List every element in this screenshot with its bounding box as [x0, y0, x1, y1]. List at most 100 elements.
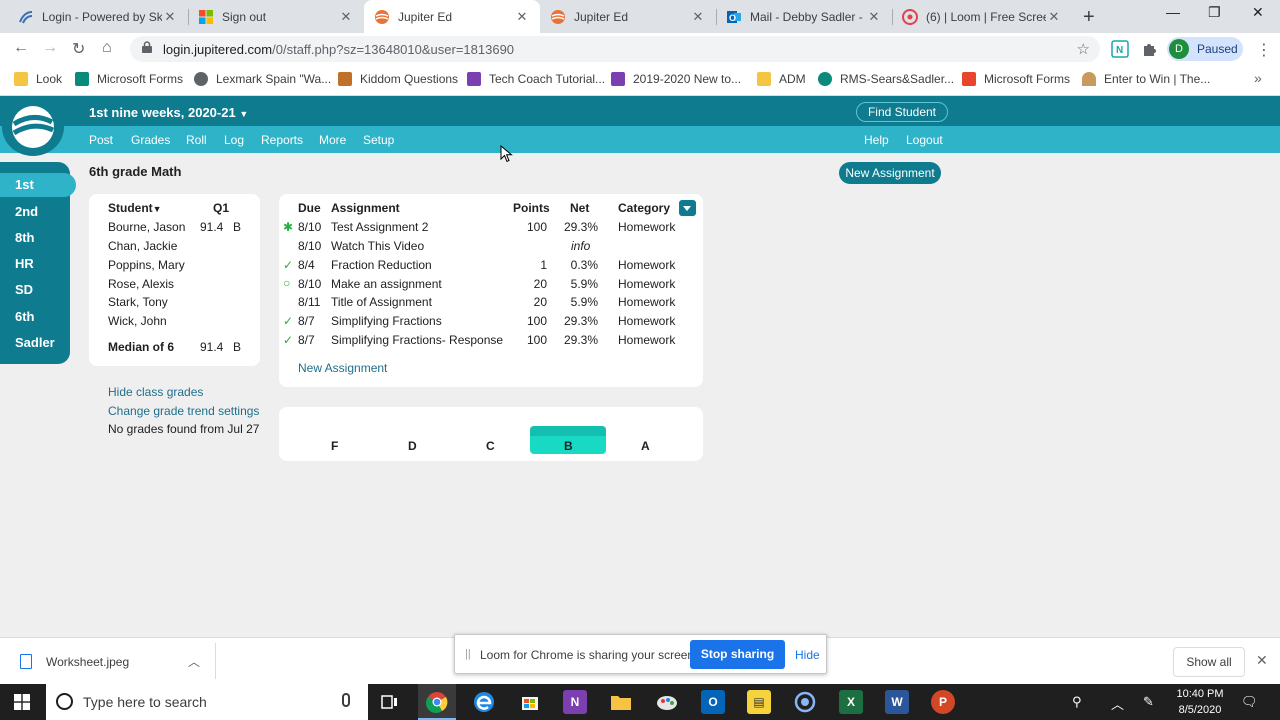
close-icon[interactable]: ✕ — [338, 9, 354, 25]
onenote-icon[interactable]: N — [563, 690, 587, 714]
nav-post[interactable]: Post — [89, 133, 113, 147]
pen-icon[interactable]: ✎ — [1143, 694, 1154, 710]
people-icon[interactable]: ⚲ — [1072, 694, 1082, 710]
reload-icon[interactable]: ↻ — [72, 39, 85, 59]
assignment-name[interactable]: Watch This Video — [331, 239, 424, 253]
home-icon[interactable]: ⌂ — [102, 39, 112, 57]
new-assignment-button[interactable]: New Assignment — [839, 162, 941, 184]
address-bar[interactable]: login.jupitered.com/0/staff.php?sz=13648… — [130, 36, 1100, 62]
student-name[interactable]: Chan, Jackie — [108, 239, 177, 253]
bookmark-item[interactable]: Lexmark Spain "Wa... — [194, 72, 331, 86]
notifications-icon[interactable]: 🗨 — [1241, 694, 1258, 710]
assignment-net-info[interactable]: info — [571, 239, 590, 253]
q1-header[interactable]: Q1 — [213, 201, 229, 215]
student-name[interactable]: Bourne, Jason — [108, 220, 185, 234]
grade-trend-settings-link[interactable]: Change grade trend settings — [108, 404, 259, 418]
word-icon[interactable]: W — [885, 690, 909, 714]
class-tab-sd[interactable]: SD — [15, 282, 33, 297]
close-icon[interactable]: ✕ — [690, 9, 706, 25]
due-header[interactable]: Due — [298, 201, 321, 215]
chrome-icon[interactable] — [425, 690, 449, 714]
paint-icon[interactable] — [655, 690, 679, 714]
nav-reports[interactable]: Reports — [261, 133, 303, 147]
stop-sharing-button[interactable]: Stop sharing — [690, 640, 785, 669]
assignment-header[interactable]: Assignment — [331, 201, 400, 215]
forward-icon[interactable]: → — [42, 39, 58, 57]
browser-menu-icon[interactable]: ⋮ — [1256, 40, 1272, 60]
class-tab-6th[interactable]: 6th — [15, 309, 35, 324]
close-icon[interactable]: ✕ — [866, 9, 882, 25]
nav-help[interactable]: Help — [864, 133, 889, 147]
back-icon[interactable]: ← — [13, 39, 29, 57]
assignment-name[interactable]: Test Assignment 2 — [331, 220, 428, 234]
close-icon[interactable]: ✕ — [1046, 9, 1062, 25]
student-name[interactable]: Stark, Tony — [108, 295, 168, 309]
nav-log[interactable]: Log — [224, 133, 244, 147]
system-clock[interactable]: 10:40 PM 8/5/2020 — [1170, 686, 1230, 718]
settings-app-icon[interactable] — [793, 690, 817, 714]
file-explorer-icon[interactable] — [609, 690, 633, 714]
show-all-button[interactable]: Show all — [1173, 647, 1245, 677]
bookmark-item[interactable]: Look — [14, 72, 62, 86]
class-tab-8th[interactable]: 8th — [15, 230, 35, 245]
class-tab-1st[interactable]: 1st — [0, 173, 76, 197]
bookmark-item[interactable]: Kiddom Questions — [338, 72, 458, 86]
drag-handle-icon[interactable]: || — [465, 648, 471, 660]
chevron-up-icon[interactable]: ︿ — [1111, 694, 1124, 713]
microphone-icon[interactable] — [342, 693, 350, 707]
class-tab-sadler[interactable]: Sadler — [15, 335, 55, 350]
browser-tab-jupiter-active[interactable]: Jupiter Ed ✕ — [364, 0, 540, 33]
browser-tab-loom[interactable]: (6) | Loom | Free Screen ✕ — [892, 0, 1072, 33]
nav-more[interactable]: More — [319, 133, 346, 147]
student-name[interactable]: Wick, John — [108, 314, 167, 328]
new-tab-icon[interactable]: + — [1083, 6, 1095, 29]
store-icon[interactable] — [518, 690, 542, 714]
bookmark-item[interactable]: 2019-2020 New to... — [611, 72, 741, 86]
browser-tab-skyward[interactable]: Login - Powered by Sky ✕ — [8, 0, 188, 33]
student-name[interactable]: Rose, Alexis — [108, 277, 174, 291]
bookmark-item[interactable]: RMS-Sears&Sadler... — [818, 72, 954, 86]
category-header[interactable]: Category — [618, 201, 670, 215]
assignment-name[interactable]: Simplifying Fractions- Response — [331, 333, 503, 347]
chevron-right-icon[interactable]: » — [1254, 70, 1262, 86]
browser-tab-signout[interactable]: Sign out ✕ — [188, 0, 364, 33]
assignment-name[interactable]: Title of Assignment — [331, 295, 432, 309]
minimize-icon[interactable]: — — [1166, 4, 1180, 20]
profile-button[interactable]: D Paused — [1167, 37, 1243, 61]
nav-logout[interactable]: Logout — [906, 133, 943, 147]
close-icon[interactable]: ✕ — [514, 9, 530, 25]
close-icon[interactable]: ✕ — [1256, 652, 1268, 669]
class-tab-hr[interactable]: HR — [15, 256, 34, 271]
download-item[interactable]: Worksheet.jpeg — [20, 654, 129, 669]
assignment-name[interactable]: Make an assignment — [331, 277, 442, 291]
edge-icon[interactable] — [472, 690, 496, 714]
hide-class-grades-link[interactable]: Hide class grades — [108, 385, 203, 399]
windows-start-icon[interactable] — [14, 694, 30, 710]
bookmark-item[interactable]: Microsoft Forms — [75, 72, 183, 86]
student-sort-header[interactable]: Student▼ — [108, 201, 162, 215]
new-assignment-link[interactable]: New Assignment — [298, 361, 387, 375]
nav-grades[interactable]: Grades — [131, 133, 170, 147]
nav-setup[interactable]: Setup — [363, 133, 394, 147]
bookmark-item[interactable]: Enter to Win | The... — [1082, 72, 1210, 86]
category-dropdown-button[interactable] — [679, 200, 696, 216]
taskbar-search[interactable]: Type here to search — [46, 684, 368, 720]
bookmark-item[interactable]: Microsoft Forms — [962, 72, 1070, 86]
class-tab-2nd[interactable]: 2nd — [15, 204, 38, 219]
points-header[interactable]: Points — [513, 201, 550, 215]
find-student-button[interactable]: Find Student — [856, 102, 948, 122]
assignment-name[interactable]: Simplifying Fractions — [331, 314, 442, 328]
browser-tab-jupiter[interactable]: Jupiter Ed ✕ — [540, 0, 716, 33]
term-selector[interactable]: 1st nine weeks, 2020-21 ▼ — [89, 105, 248, 120]
nav-roll[interactable]: Roll — [186, 133, 207, 147]
extension-n-icon[interactable]: N — [1111, 40, 1129, 58]
restore-icon[interactable]: ❐ — [1208, 4, 1221, 21]
hide-link[interactable]: Hide — [795, 648, 820, 662]
chevron-up-icon[interactable]: ︿ — [188, 653, 200, 670]
bookmark-star-icon[interactable]: ☆ — [1077, 40, 1090, 58]
student-name[interactable]: Poppins, Mary — [108, 258, 185, 272]
bookmark-item[interactable]: ADM — [757, 72, 806, 86]
extensions-puzzle-icon[interactable] — [1140, 40, 1158, 58]
excel-icon[interactable]: X — [839, 690, 863, 714]
jupiter-logo-icon[interactable] — [2, 98, 64, 156]
